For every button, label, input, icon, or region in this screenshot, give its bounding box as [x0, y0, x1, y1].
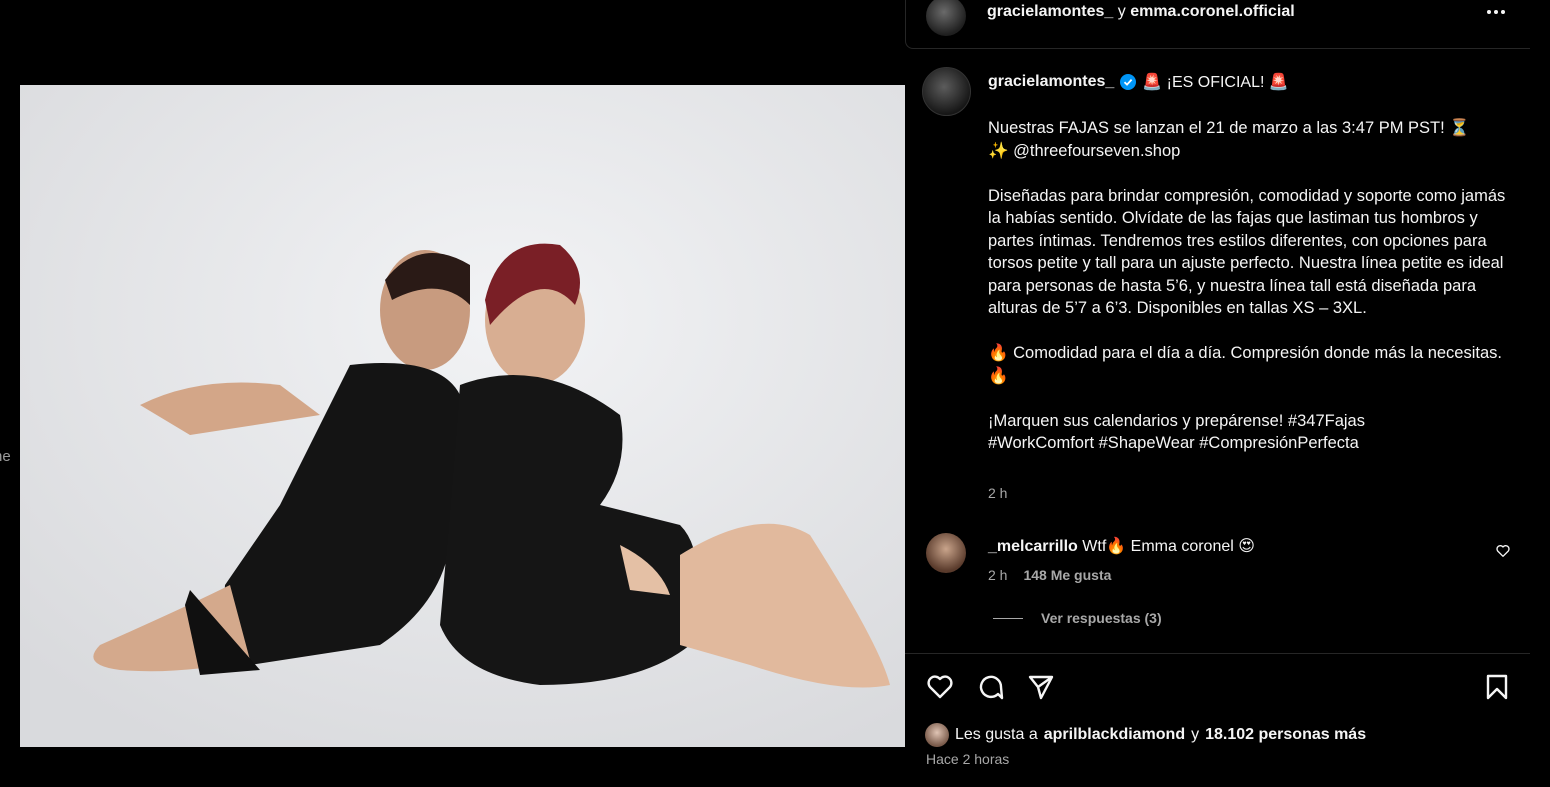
likes-summary: Les gusta a aprilblackdiamond y 18.102 p…	[925, 723, 1366, 747]
comment-heart-icon[interactable]	[1495, 543, 1511, 559]
more-icon[interactable]	[1484, 0, 1508, 24]
verified-icon	[1120, 74, 1137, 90]
caption-title: 🚨 ¡ES OFICIAL! 🚨	[1142, 74, 1289, 91]
comment-meta: 2 h 148 Me gusta	[988, 567, 1111, 583]
likes-connector: y	[1191, 726, 1200, 743]
post-time[interactable]: 2 h	[988, 485, 1007, 501]
author-avatar[interactable]	[922, 67, 971, 116]
likes-others[interactable]: 18.102 personas más	[1205, 726, 1366, 744]
post-caption: Nuestras FAJAS se lanzan el 21 de marzo …	[988, 119, 1506, 452]
comment-text: Wtf🔥 Emma coronel 😍	[1082, 538, 1255, 555]
header-avatar[interactable]	[926, 0, 966, 36]
caption-header: gracielamontes_ 🚨 ¡ES OFICIAL! 🚨	[988, 72, 1289, 92]
actions-divider	[905, 653, 1530, 654]
bookmark-icon[interactable]	[1482, 672, 1512, 702]
header-user2[interactable]: emma.coronel.official	[1130, 3, 1295, 20]
liker-avatar[interactable]	[925, 723, 949, 747]
side-peek-text: ne	[0, 448, 11, 465]
header-user1[interactable]: gracielamontes_	[987, 3, 1113, 20]
post-photo-illustration	[20, 85, 905, 747]
comment-time[interactable]: 2 h	[988, 567, 1007, 583]
comment-username[interactable]: _melcarrillo	[988, 538, 1078, 555]
header-usernames[interactable]: gracielamontes_ y emma.coronel.official	[987, 3, 1295, 21]
post-header: gracielamontes_ y emma.coronel.official	[905, 0, 1530, 49]
comment-icon[interactable]	[976, 672, 1006, 702]
comment-likes[interactable]: 148 Me gusta	[1023, 567, 1111, 583]
comment-avatar[interactable]	[926, 533, 966, 573]
comment: _melcarrillo Wtf🔥 Emma coronel 😍	[988, 536, 1255, 556]
post-details-panel: gracielamontes_ y emma.coronel.official …	[905, 0, 1550, 787]
heart-icon[interactable]	[925, 672, 955, 702]
view-replies[interactable]: Ver respuestas (3)	[993, 610, 1162, 626]
author-username[interactable]: gracielamontes_	[988, 73, 1114, 91]
post-date[interactable]: Hace 2 horas	[926, 751, 1009, 767]
share-icon[interactable]	[1026, 672, 1056, 702]
liker-username[interactable]: aprilblackdiamond	[1044, 726, 1185, 744]
likes-prefix: Les gusta a	[955, 726, 1038, 743]
view-replies-label[interactable]: Ver respuestas (3)	[1041, 610, 1162, 626]
post-image[interactable]	[20, 85, 905, 747]
header-separator: y	[1117, 3, 1126, 20]
replies-line	[993, 617, 1023, 619]
